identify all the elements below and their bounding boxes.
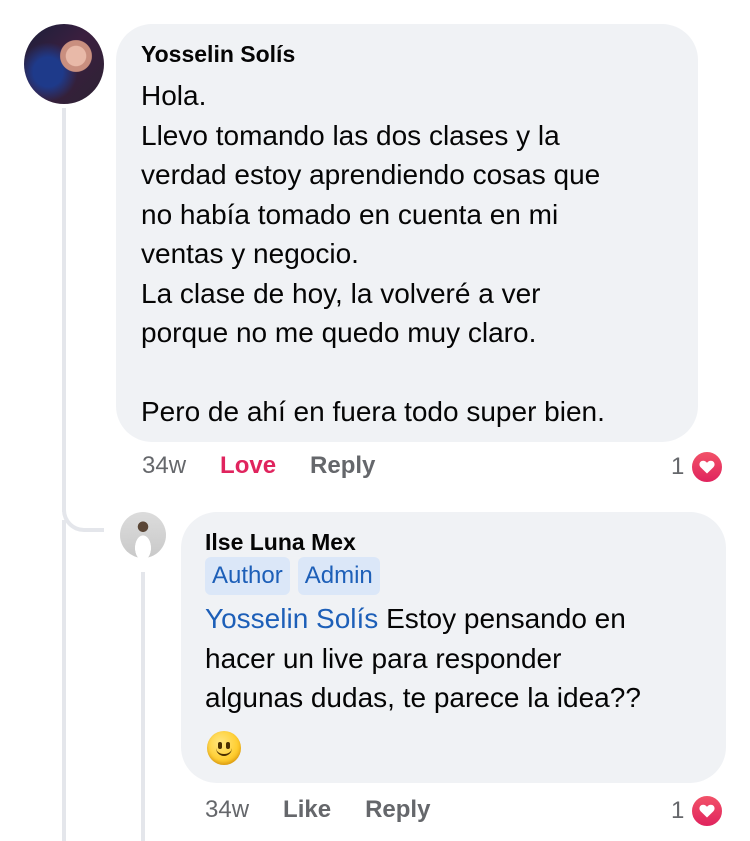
reaction-count: 1 <box>671 797 685 824</box>
reply-actions: 34w Like Reply <box>205 796 430 824</box>
slightly-smiling-face-icon <box>207 731 241 765</box>
comment-text-line: La clase de hoy, la volveré a ver <box>141 277 541 309</box>
heart-icon <box>690 794 725 828</box>
reply-text-line: algunas dudas, te parece la idea?? <box>205 682 641 713</box>
avatar[interactable] <box>24 24 104 104</box>
reply-text: Yosselin Solís Estoy pensando en hacer u… <box>205 599 641 718</box>
avatar[interactable] <box>120 512 166 558</box>
comment-text-line: Pero de ahí en fuera todo super bien. <box>141 396 605 427</box>
reply-author[interactable]: Ilse Luna Mex <box>205 529 356 556</box>
reaction-count: 1 <box>671 453 685 480</box>
author-badges: Author Admin <box>205 557 380 595</box>
thread-line <box>62 520 66 841</box>
admin-badge: Admin <box>297 557 380 595</box>
comment-text-line: verdad estoy aprendiendo cosas que <box>141 159 601 190</box>
heart-icon <box>690 450 725 484</box>
reply-text-line: Yosselin Solís Estoy pensando en <box>205 599 641 639</box>
comment-text-line: Llevo tomando las dos clases y la <box>141 119 560 151</box>
thread-connector <box>62 490 104 532</box>
comment-text-line: Hola. <box>141 80 207 111</box>
reply-button[interactable]: Reply <box>365 796 430 823</box>
reaction-summary[interactable]: 1 <box>671 794 725 828</box>
reaction-summary[interactable]: 1 <box>671 450 725 484</box>
comment-text-line: porque no me quedo muy claro. <box>141 317 537 348</box>
reply-button[interactable]: Reply <box>310 452 375 479</box>
like-button[interactable]: Like <box>283 796 331 823</box>
comment-text-line <box>141 353 605 393</box>
love-button[interactable]: Love <box>220 452 276 479</box>
reply-timestamp[interactable]: 34w <box>205 796 249 823</box>
reply-text-fragment: Estoy pensando en <box>378 603 626 634</box>
mention-link[interactable]: Yosselin Solís <box>205 603 378 634</box>
reply-text-line: hacer un live para responder <box>205 642 562 674</box>
comment-thread: Yosselin Solís Hola. Llevo tomando las d… <box>0 0 750 841</box>
comment-text: Hola. Llevo tomando las dos clases y la … <box>141 76 605 432</box>
comment-text-line: no había tomado en cuenta en mi <box>141 198 559 230</box>
comment-author[interactable]: Yosselin Solís <box>141 41 295 68</box>
thread-line <box>62 108 66 512</box>
author-badge: Author <box>205 557 290 595</box>
comment-actions: 34w Love Reply <box>142 452 375 480</box>
comment-timestamp[interactable]: 34w <box>142 452 186 479</box>
reply-thread-line <box>141 572 145 841</box>
comment-text-line: ventas y negocio. <box>141 238 359 269</box>
